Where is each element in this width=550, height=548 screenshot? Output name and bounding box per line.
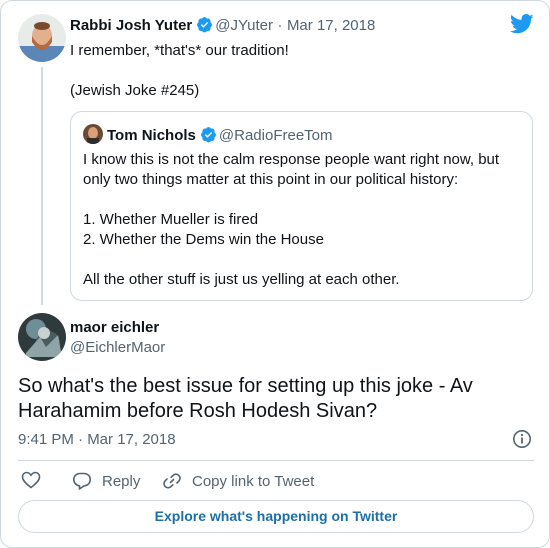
quoted-author-name: Tom Nichols [107,127,196,144]
like-button[interactable] [21,471,51,489]
copy-link-button[interactable]: Copy link to Tweet [162,471,314,491]
parent-author-avatar[interactable] [18,14,66,62]
verified-badge-icon [196,16,213,38]
twitter-bird-icon[interactable] [509,14,534,34]
reply-label: Reply [102,472,141,490]
quoted-tweet-text: I know this is not the calm response peo… [83,150,523,290]
parent-author-handle[interactable]: @JYuter [215,17,273,34]
reply-tweet-text: So what's the best issue for setting up … [18,375,473,422]
reply-author-handle[interactable]: @EichlerMaor [70,339,165,356]
thread-connector-line [41,67,43,305]
explore-twitter-button[interactable]: Explore what's happening on Twitter [18,500,534,533]
heart-icon [21,471,41,489]
copy-link-label: Copy link to Tweet [192,472,315,490]
speech-bubble-icon [73,472,91,490]
actions-divider [18,460,534,461]
quoted-tweet-line: I know this is not the calm response peo… [83,151,500,188]
embedded-tweet-card: Rabbi Josh Yuter @JYuter · Mar 17, 2018 I… [0,0,550,548]
parent-tweet-date[interactable]: Mar 17, 2018 [287,17,375,34]
info-icon[interactable] [512,429,532,449]
quoted-tweet-header: Tom Nichols @RadioFreeTom [83,124,333,148]
link-icon [163,473,181,489]
parent-tweet-text: I remember, *that's* our tradition! (Jew… [70,41,530,101]
header-separator: · [277,17,283,34]
quoted-author-avatar [83,124,103,144]
parent-tweet-line: I remember, *that's* our tradition! [70,42,289,59]
quoted-tweet-line: All the other stuff is just us yelling a… [83,271,400,288]
quoted-tweet-line: 2. Whether the Dems win the House [83,231,324,248]
parent-tweet-header: Rabbi Josh Yuter @JYuter · Mar 17, 2018 [70,16,375,38]
parent-author-name[interactable]: Rabbi Josh Yuter [70,17,192,34]
quoted-author-handle: @RadioFreeTom [218,127,333,144]
reply-button[interactable]: Reply [72,471,140,491]
verified-badge-icon [200,126,217,148]
parent-tweet-line: (Jewish Joke #245) [70,82,200,99]
quoted-tweet-line: 1. Whether Mueller is fired [83,211,259,228]
tweet-timestamp[interactable]: 9:41 PM · Mar 17, 2018 [18,431,176,448]
quoted-tweet[interactable]: Tom Nichols @RadioFreeTom I know this is … [70,111,533,301]
reply-author-avatar[interactable] [18,313,66,361]
reply-author-name[interactable]: maor eichler [70,319,159,336]
